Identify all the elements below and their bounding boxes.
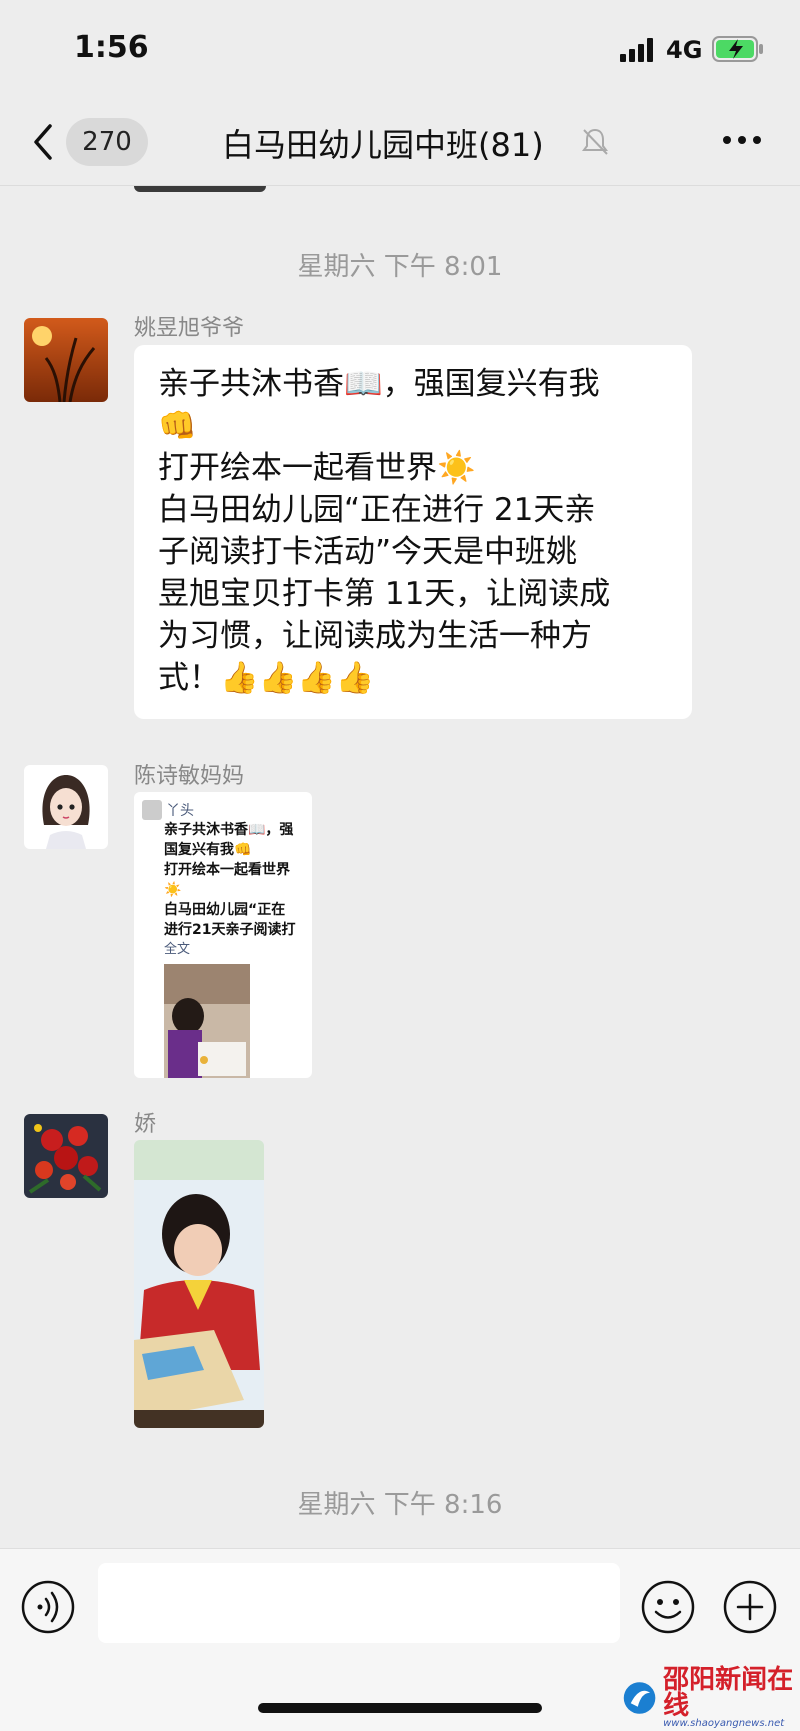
voice-input-icon[interactable] bbox=[20, 1579, 76, 1635]
unread-count-badge[interactable]: 270 bbox=[66, 118, 148, 166]
message-line: 亲子共沐书香📖，强国复兴有我 bbox=[158, 366, 600, 402]
watermark: 邵阳新闻在线 www.shaoyangnews.net bbox=[622, 1667, 800, 1729]
home-indicator[interactable] bbox=[258, 1703, 542, 1713]
battery-charging-icon bbox=[712, 36, 763, 62]
image-message[interactable] bbox=[134, 1140, 264, 1428]
card-line: 进行21天亲子阅读打 bbox=[164, 922, 296, 938]
card-author-name: 丫头 bbox=[166, 803, 194, 819]
chat-header: 270 白马田幼儿园中班(81) bbox=[0, 100, 800, 186]
watermark-logo-icon bbox=[623, 1682, 656, 1714]
status-time: 1:56 bbox=[74, 30, 149, 65]
cartoon-girl-avatar-image bbox=[24, 765, 108, 849]
message-line: 👊 bbox=[158, 408, 197, 444]
message-line: 为习惯，让阅读成为生活一种方 bbox=[158, 618, 592, 654]
signal-icon bbox=[620, 38, 653, 62]
card-line: 白马田幼儿园“正在 bbox=[164, 902, 286, 918]
timestamp: 星期六 下午 8:16 bbox=[297, 1490, 503, 1520]
card-line: 国复兴有我👊 bbox=[164, 842, 252, 858]
card-photo[interactable] bbox=[164, 964, 250, 1078]
plus-icon[interactable] bbox=[722, 1579, 778, 1635]
sender-name: 娇 bbox=[134, 1112, 157, 1137]
network-type: 4G bbox=[666, 36, 703, 64]
sunset-avatar-image bbox=[24, 318, 108, 402]
chat-title: 白马田幼儿园中班(81) bbox=[222, 126, 544, 164]
timestamp: 星期六 下午 8:01 bbox=[297, 252, 503, 282]
chat-input-bar: 邵阳新闻在线 www.shaoyangnews.net bbox=[0, 1548, 800, 1731]
card-header: 丫头 bbox=[142, 800, 194, 820]
message-line: 昱旭宝贝打卡第 11天，让阅读成 bbox=[158, 576, 611, 612]
flowers-avatar-image bbox=[24, 1114, 108, 1198]
previous-image-edge bbox=[134, 186, 266, 192]
card-text: 亲子共沐书香📖，强 国复兴有我👊 打开绘本一起看世界 ☀️ 白马田幼儿园“正在 … bbox=[164, 820, 306, 960]
avatar[interactable] bbox=[24, 765, 108, 849]
avatar[interactable] bbox=[24, 1114, 108, 1198]
card-author-avatar bbox=[142, 800, 162, 820]
text-message-bubble[interactable]: 亲子共沐书香📖，强国复兴有我 👊 打开绘本一起看世界☀️ 白马田幼儿园“正在进行… bbox=[134, 345, 692, 719]
card-expand-link[interactable]: 全文 bbox=[164, 940, 306, 960]
card-line: 亲子共沐书香📖，强 bbox=[164, 822, 294, 838]
message-line: 式！👍👍👍👍 bbox=[158, 660, 375, 696]
watermark-name: 邵阳新闻在线 bbox=[663, 1665, 794, 1721]
shared-moment-card[interactable]: 丫头 亲子共沐书香📖，强 国复兴有我👊 打开绘本一起看世界 ☀️ 白马田幼儿园“… bbox=[134, 792, 312, 1078]
message-line: 白马田幼儿园“正在进行 21天亲 bbox=[158, 492, 596, 528]
sender-name: 陈诗敏妈妈 bbox=[134, 764, 245, 789]
more-options-icon[interactable] bbox=[722, 134, 762, 146]
message-input[interactable] bbox=[98, 1563, 620, 1643]
back-arrow-icon[interactable] bbox=[28, 118, 56, 166]
sender-name: 姚昱旭爷爷 bbox=[134, 316, 245, 341]
watermark-url: www.shaoyangnews.net bbox=[663, 1718, 785, 1729]
message-line: 子阅读打卡活动”今天是中班姚 bbox=[158, 534, 578, 570]
card-line: ☀️ bbox=[164, 882, 182, 898]
mute-bell-icon bbox=[582, 128, 608, 155]
card-line: 打开绘本一起看世界 bbox=[164, 862, 290, 878]
status-bar: 1:56 4G bbox=[0, 0, 800, 100]
emoji-icon[interactable] bbox=[640, 1579, 696, 1635]
message-line: 打开绘本一起看世界☀️ bbox=[158, 450, 476, 486]
avatar[interactable] bbox=[24, 318, 108, 402]
